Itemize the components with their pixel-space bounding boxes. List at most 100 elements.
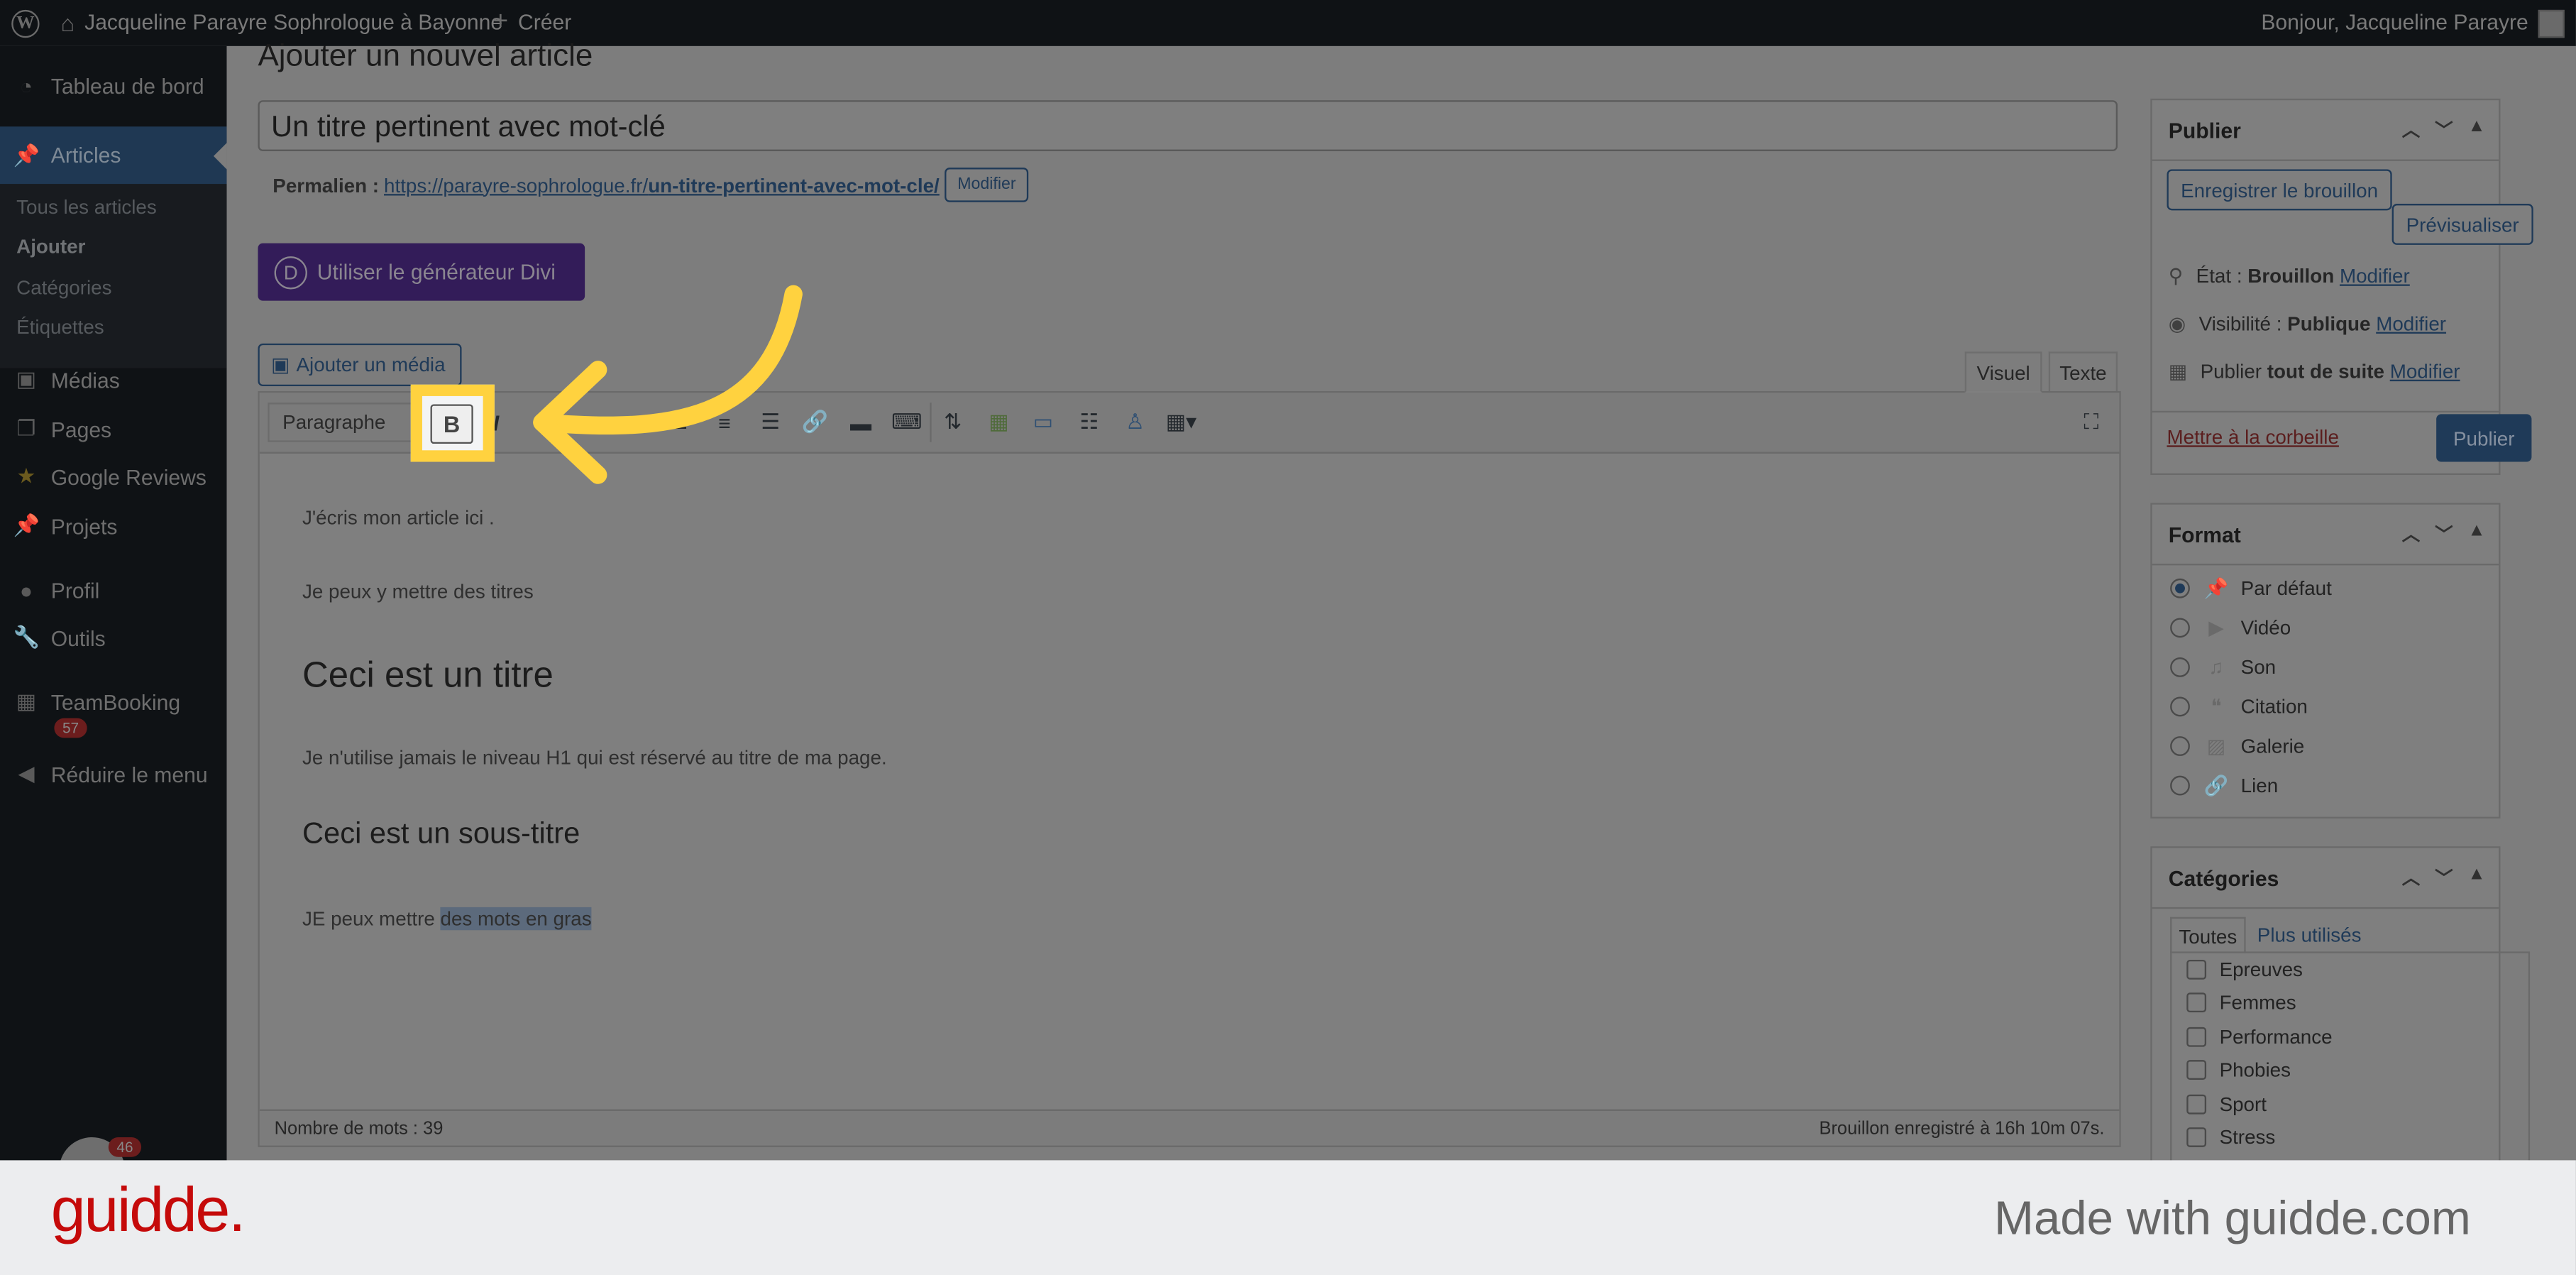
edit-status-link[interactable]: Modifier [2340, 265, 2410, 288]
category-label: Femmes [2219, 990, 2296, 1014]
submenu-tags[interactable]: Étiquettes [16, 315, 104, 338]
submenu-all-articles[interactable]: Tous les articles [16, 195, 157, 218]
user-icon: ● [19, 577, 33, 603]
bold-button-highlight: B [410, 384, 495, 462]
selected-text: des mots en gras [440, 907, 592, 931]
format-option-gallery[interactable]: ▨ Galerie [2170, 735, 2304, 757]
edit-schedule-link[interactable]: Modifier [2390, 360, 2460, 383]
submenu-categories[interactable]: Catégories [16, 276, 111, 299]
plain-text: JE peux mettre [302, 907, 441, 931]
permalink-edit-button[interactable]: Modifier [944, 168, 1030, 202]
user-account-menu[interactable]: Bonjour, Jacqueline Parayre [2261, 0, 2565, 46]
permalink-link[interactable]: https://parayre-sophrologue.fr/un-titre-… [384, 173, 940, 196]
member-block-icon[interactable]: ♙ [1119, 406, 1152, 439]
category-item[interactable]: Phobies [2186, 1058, 2291, 1081]
guidde-logo: guidde. [50, 1176, 246, 1246]
preview-button[interactable]: Prévisualiser [2391, 204, 2533, 245]
format-option-quote[interactable]: ❝ Citation [2170, 695, 2308, 718]
table-icon[interactable]: ▦▾ [1165, 406, 1197, 439]
fullscreen-icon[interactable]: ⛶ [2075, 406, 2108, 439]
move-up-icon[interactable]: ︿ [2402, 521, 2420, 547]
radio-button[interactable] [2170, 578, 2190, 598]
category-item[interactable]: Stress [2186, 1126, 2275, 1149]
category-item[interactable]: Performance [2186, 1026, 2333, 1049]
post-title-input[interactable]: Un titre pertinent avec mot-clé [258, 100, 2118, 151]
sidebar-item-media[interactable]: ▣ Médias [0, 356, 226, 403]
tab-visual[interactable]: Visuel [1964, 351, 2042, 393]
format-option-standard[interactable]: 📌 Par défaut [2170, 577, 2332, 600]
read-more-icon[interactable]: ▬ [844, 406, 877, 439]
checkbox[interactable] [2186, 1094, 2207, 1115]
bold-button-highlighted[interactable]: B [430, 404, 473, 444]
move-down-icon[interactable]: ﹀ [2435, 521, 2453, 547]
category-item[interactable]: Femmes [2186, 991, 2296, 1014]
format-select-value: Paragraphe [282, 410, 386, 434]
format-option-video[interactable]: ▶ Vidéo [2170, 616, 2291, 640]
toolbar-divider [930, 403, 932, 442]
collapse-triangle-icon[interactable]: ▲ [2467, 116, 2485, 143]
checkbox[interactable] [2186, 1027, 2207, 1047]
submenu-add-new[interactable]: Ajouter [16, 235, 85, 258]
format-option-label: Son [2240, 655, 2277, 679]
sidebar-item-google-reviews[interactable]: ★ Google Reviews [0, 454, 226, 500]
publish-box: Publier ︿ ﹀ ▲ Enregistrer le brouillon P… [2150, 98, 2533, 476]
format-box-header: Format ︿ ﹀ ▲ [2152, 505, 2499, 566]
radio-button[interactable] [2170, 736, 2190, 756]
pin-icon: 📌 [13, 142, 40, 167]
edit-visibility-link[interactable]: Modifier [2376, 312, 2446, 335]
trash-link[interactable]: Mettre à la corbeille [2167, 426, 2338, 449]
box-controls: ︿ ﹀ ▲ [2402, 521, 2486, 547]
radio-button[interactable] [2170, 696, 2190, 717]
collapse-triangle-icon[interactable]: ▲ [2467, 865, 2485, 891]
insert-shortcode-icon[interactable]: ⇅ [937, 406, 969, 439]
paragraph: Je n'utilise jamais le niveau H1 qui est… [302, 746, 887, 770]
move-up-icon[interactable]: ︿ [2402, 116, 2420, 143]
tab-text[interactable]: Texte [2048, 351, 2118, 393]
sidebar-item-articles[interactable]: 📌 Articles [0, 126, 227, 185]
category-item[interactable]: Sport [2186, 1093, 2267, 1116]
guidde-footer: guidde. Made with guidde.com [0, 1160, 2576, 1275]
publish-button[interactable]: Publier [2436, 414, 2532, 462]
format-option-link[interactable]: 🔗 Lien [2170, 774, 2278, 797]
post-editor: Paragraphe ▼ B I ☰ ≡ ☰ 🔗 ▬ ⌨ ⇅ ▦ ▭ ☷ ♙ ▦… [258, 390, 2121, 1147]
media-icon: ▣ [270, 353, 290, 377]
checkbox[interactable] [2186, 1060, 2207, 1080]
radio-button[interactable] [2170, 775, 2190, 796]
checkbox[interactable] [2186, 1127, 2207, 1147]
sidebar-item-projects[interactable]: 📌 Projets [0, 503, 226, 549]
save-draft-button[interactable]: Enregistrer le brouillon [2167, 169, 2392, 211]
calendar-icon: ▦ [2168, 359, 2188, 383]
add-media-button[interactable]: ▣ Ajouter un média [258, 343, 462, 387]
wordpress-icon: W [11, 9, 40, 38]
tab-most-used[interactable]: Plus utilisés [2257, 924, 2362, 946]
sidebar-item-pages[interactable]: ❐ Pages [0, 406, 226, 452]
checkbox[interactable] [2186, 959, 2207, 980]
divi-icon: D [274, 255, 307, 289]
sidebar-item-teambooking[interactable]: ▦ TeamBooking [0, 679, 226, 725]
sidebar-item-dashboard[interactable]: ◔ Tableau de bord [0, 62, 226, 109]
radio-button[interactable] [2170, 618, 2190, 638]
category-label: Stress [2219, 1125, 2276, 1149]
category-item[interactable]: Epreuves [2186, 958, 2303, 981]
collapse-menu-button[interactable]: ◀ Réduire le menu [0, 751, 226, 797]
layout-blocks-icon[interactable]: ▦ [982, 406, 1015, 439]
move-down-icon[interactable]: ﹀ [2435, 865, 2453, 891]
radio-button[interactable] [2170, 657, 2190, 677]
wordpress-logo-button[interactable]: W [11, 0, 40, 46]
toolbar-toggle-icon[interactable]: ⌨ [891, 406, 923, 439]
format-select[interactable]: Paragraphe ▼ [268, 403, 424, 442]
sidebar-item-profile[interactable]: ● Profil [0, 567, 226, 613]
move-down-icon[interactable]: ﹀ [2435, 116, 2453, 143]
tab-all-categories[interactable]: Toutes [2170, 916, 2246, 953]
list-block-icon[interactable]: ☷ [1073, 406, 1106, 439]
format-option-audio[interactable]: ♫ Son [2170, 656, 2276, 679]
move-up-icon[interactable]: ︿ [2402, 865, 2420, 891]
divider-block-icon[interactable]: ▭ [1027, 406, 1059, 439]
calendar-icon: ▦ [16, 688, 37, 713]
format-box: Format ︿ ﹀ ▲ 📌 Par défaut ▶ Vidéo ♫ Son ❝ Ci… [2150, 503, 2501, 819]
format-box-title: Format [2168, 522, 2241, 547]
checkbox[interactable] [2186, 992, 2207, 1013]
sidebar-item-tools[interactable]: 🔧 Outils [0, 615, 226, 661]
collapse-triangle-icon[interactable]: ▲ [2467, 521, 2485, 547]
format-option-label: Citation [2240, 695, 2308, 718]
